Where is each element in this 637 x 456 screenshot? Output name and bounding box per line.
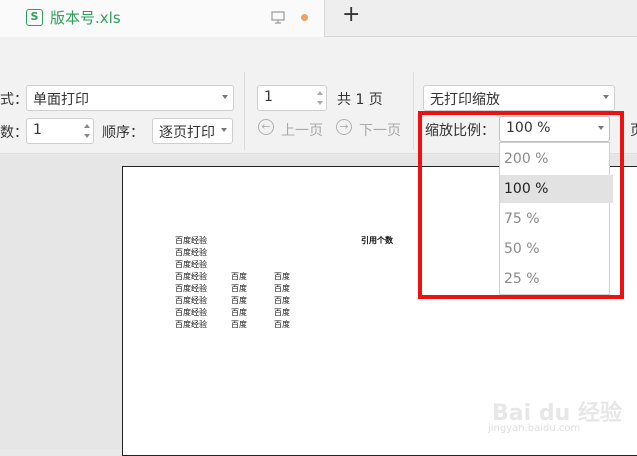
sheet-cell: 百度 bbox=[274, 284, 290, 293]
page-number-stepper[interactable]: 1 bbox=[257, 85, 327, 111]
sheet-cell: 百度经验 bbox=[175, 260, 207, 269]
monitor-icon[interactable] bbox=[271, 11, 285, 24]
sheet-cell: 百度 bbox=[231, 308, 247, 317]
copies-stepper[interactable]: 1 bbox=[26, 118, 94, 144]
page-number-value: 1 bbox=[264, 89, 273, 105]
scale-mode-value: 无打印缩放 bbox=[430, 92, 500, 108]
spin-down-icon[interactable] bbox=[84, 134, 90, 138]
scale-mode-select[interactable]: 无打印缩放 bbox=[423, 85, 615, 111]
sheet-cell: 百度 bbox=[274, 308, 290, 317]
chevron-down-icon bbox=[222, 95, 228, 99]
chevron-down-icon bbox=[221, 128, 227, 132]
print-order-value: 逐页打印 bbox=[159, 125, 215, 141]
next-page-icon[interactable]: → bbox=[336, 119, 352, 135]
spin-down-icon[interactable] bbox=[317, 101, 323, 105]
next-page-button[interactable]: 下一页 bbox=[359, 120, 401, 140]
sheet-cell: 百度 bbox=[231, 296, 247, 305]
sheet-cell: 百度经验 bbox=[175, 308, 207, 317]
watermark-url: jingyan.baidu.com bbox=[488, 423, 581, 434]
chevron-down-icon bbox=[603, 95, 609, 99]
toolbar-divider bbox=[413, 72, 414, 150]
unsaved-dot-icon bbox=[301, 14, 308, 21]
sheet-cell: 百度 bbox=[231, 284, 247, 293]
tab-title[interactable]: 版本号.xls bbox=[50, 7, 121, 28]
print-order-select[interactable]: 逐页打印 bbox=[152, 118, 233, 144]
spin-up-icon[interactable] bbox=[84, 124, 90, 128]
prev-page-icon[interactable]: ← bbox=[258, 119, 274, 135]
sheet-cell: 百度 bbox=[231, 320, 247, 329]
sheet-header: 引用个数 bbox=[361, 236, 393, 245]
copies-value: 1 bbox=[33, 122, 42, 138]
sheet-cell: 百度 bbox=[274, 320, 290, 329]
sheet-cell: 百度 bbox=[274, 272, 290, 281]
spreadsheet-icon: S bbox=[26, 9, 43, 26]
annotation-highlight-box bbox=[418, 111, 624, 299]
sheet-cell: 百度 bbox=[231, 272, 247, 281]
sheet-cell: 百度经验 bbox=[175, 248, 207, 257]
sheet-cell: 百度经验 bbox=[175, 284, 207, 293]
sheet-cell: 百度经验 bbox=[175, 296, 207, 305]
sheet-cell: 百度 bbox=[274, 296, 290, 305]
print-mode-value: 单面打印 bbox=[33, 92, 89, 108]
new-tab-button[interactable]: + bbox=[342, 2, 360, 27]
toolbar-divider bbox=[244, 72, 245, 150]
sheet-cell: 百度经验 bbox=[175, 236, 207, 245]
sheet-cell: 百度经验 bbox=[175, 272, 207, 281]
truncated-label: 页 bbox=[630, 120, 637, 140]
total-pages: 共 1 页 bbox=[337, 92, 383, 108]
spin-up-icon[interactable] bbox=[317, 91, 323, 95]
print-mode-select[interactable]: 单面打印 bbox=[26, 85, 234, 111]
prev-page-button[interactable]: 上一页 bbox=[281, 120, 323, 140]
copies-label: 数： bbox=[0, 125, 28, 141]
print-mode-label: 式： bbox=[0, 92, 28, 108]
sheet-cell: 百度经验 bbox=[175, 320, 207, 329]
order-label: 顺序： bbox=[102, 125, 144, 141]
